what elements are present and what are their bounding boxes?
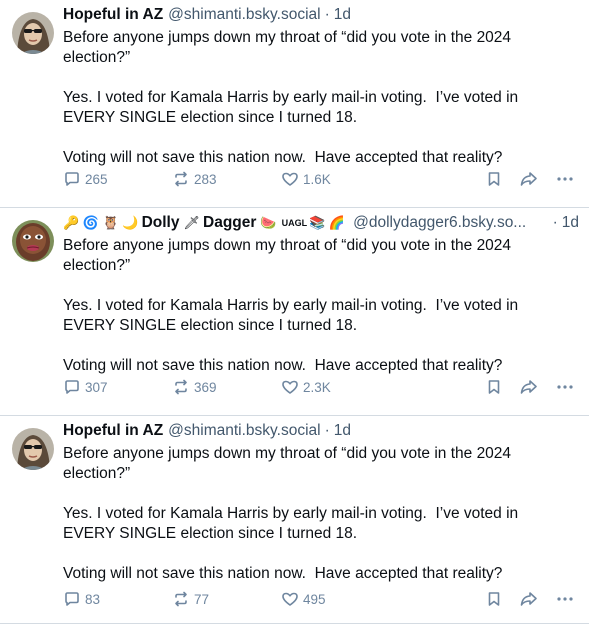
bookmark-button[interactable] — [485, 590, 503, 608]
like-count: 1.6K — [303, 171, 331, 187]
display-name-emoji-prefix: 🔑 🌀 🦉 🌙 — [63, 215, 139, 230]
display-name[interactable]: Hopeful in AZ — [63, 421, 163, 441]
handle[interactable]: @shimanti.bsky.social — [168, 421, 320, 441]
like-count: 495 — [303, 591, 326, 607]
avatar[interactable] — [12, 12, 54, 54]
share-button[interactable] — [519, 590, 539, 608]
post-text: Before anyone jumps down my throat of “d… — [63, 237, 519, 374]
post[interactable]: 🔑 🌀 🦉 🌙 Dolly 🗡 Dagger 🍉 UAGL 📚 🌈 @dolly… — [0, 208, 589, 416]
repost-icon — [172, 590, 190, 608]
timestamp[interactable]: 1d — [562, 213, 579, 233]
post-actions: 83 77 495 — [0, 590, 589, 610]
share-icon — [519, 590, 539, 608]
more-button[interactable] — [556, 170, 574, 188]
repost-count: 283 — [194, 171, 217, 187]
repost-icon — [172, 378, 190, 396]
more-icon — [556, 378, 574, 396]
post[interactable]: Hopeful in AZ @shimanti.bsky.social · 1d… — [0, 0, 589, 208]
post-header: 🔑 🌀 🦉 🌙 Dolly 🗡 Dagger 🍉 UAGL 📚 🌈 @dolly… — [63, 213, 579, 233]
bookmark-icon — [485, 170, 503, 188]
display-name-tag: UAGL — [281, 218, 308, 228]
handle[interactable]: @shimanti.bsky.social — [168, 5, 320, 25]
avatar[interactable] — [12, 428, 54, 470]
timestamp[interactable]: 1d — [334, 421, 351, 441]
reply-icon — [63, 170, 81, 188]
bookmark-icon — [485, 378, 503, 396]
share-icon — [519, 378, 539, 396]
handle[interactable]: @dollydagger6.bsky.so... — [353, 213, 526, 233]
bookmark-button[interactable] — [485, 170, 503, 188]
heart-icon — [281, 170, 299, 188]
reply-count: 265 — [85, 171, 108, 187]
reply-button[interactable]: 265 — [63, 170, 108, 188]
more-button[interactable] — [556, 378, 574, 396]
avatar[interactable] — [12, 220, 54, 262]
reply-count: 83 — [85, 591, 101, 607]
watermelon-emoji: 🍉 — [260, 215, 277, 230]
reply-icon — [63, 378, 81, 396]
like-button[interactable]: 1.6K — [281, 170, 331, 188]
separator: · — [324, 422, 330, 439]
display-name-part[interactable]: Dolly — [142, 213, 180, 233]
heart-icon — [281, 590, 299, 608]
like-button[interactable]: 2.3K — [281, 378, 331, 396]
more-button[interactable] — [556, 590, 574, 608]
post-header: Hopeful in AZ @shimanti.bsky.social · 1d — [63, 421, 579, 441]
repost-count: 369 — [194, 379, 217, 395]
display-name-part[interactable]: Dagger — [203, 213, 256, 233]
repost-icon — [172, 170, 190, 188]
display-name-emoji-suffix: 📚 🌈 — [309, 215, 346, 230]
heart-icon — [281, 378, 299, 396]
share-button[interactable] — [519, 378, 539, 396]
post-text: Before anyone jumps down my throat of “d… — [63, 29, 519, 166]
reply-icon — [63, 590, 81, 608]
reply-button[interactable]: 83 — [63, 590, 100, 608]
separator: · — [552, 214, 558, 231]
more-icon — [556, 590, 574, 608]
post[interactable]: Hopeful in AZ @shimanti.bsky.social · 1d… — [0, 416, 589, 624]
share-button[interactable] — [519, 170, 539, 188]
like-count: 2.3K — [303, 379, 331, 395]
share-icon — [519, 170, 539, 188]
bookmark-button[interactable] — [485, 378, 503, 396]
display-name[interactable]: Hopeful in AZ — [63, 5, 163, 25]
repost-button[interactable]: 77 — [172, 590, 209, 608]
post-text: Before anyone jumps down my throat of “d… — [63, 445, 519, 582]
like-button[interactable]: 495 — [281, 590, 326, 608]
post-header: Hopeful in AZ @shimanti.bsky.social · 1d — [63, 5, 579, 25]
reply-count: 307 — [85, 379, 108, 395]
timestamp[interactable]: 1d — [334, 5, 351, 25]
more-icon — [556, 170, 574, 188]
bookmark-icon — [485, 590, 503, 608]
post-actions: 265 283 1.6K — [0, 170, 589, 190]
separator: · — [324, 6, 330, 23]
reply-button[interactable]: 307 — [63, 378, 108, 396]
repost-count: 77 — [194, 591, 210, 607]
post-actions: 307 369 2.3K — [0, 378, 589, 398]
repost-button[interactable]: 283 — [172, 170, 217, 188]
repost-button[interactable]: 369 — [172, 378, 217, 396]
dagger-emoji: 🗡 — [183, 215, 201, 230]
